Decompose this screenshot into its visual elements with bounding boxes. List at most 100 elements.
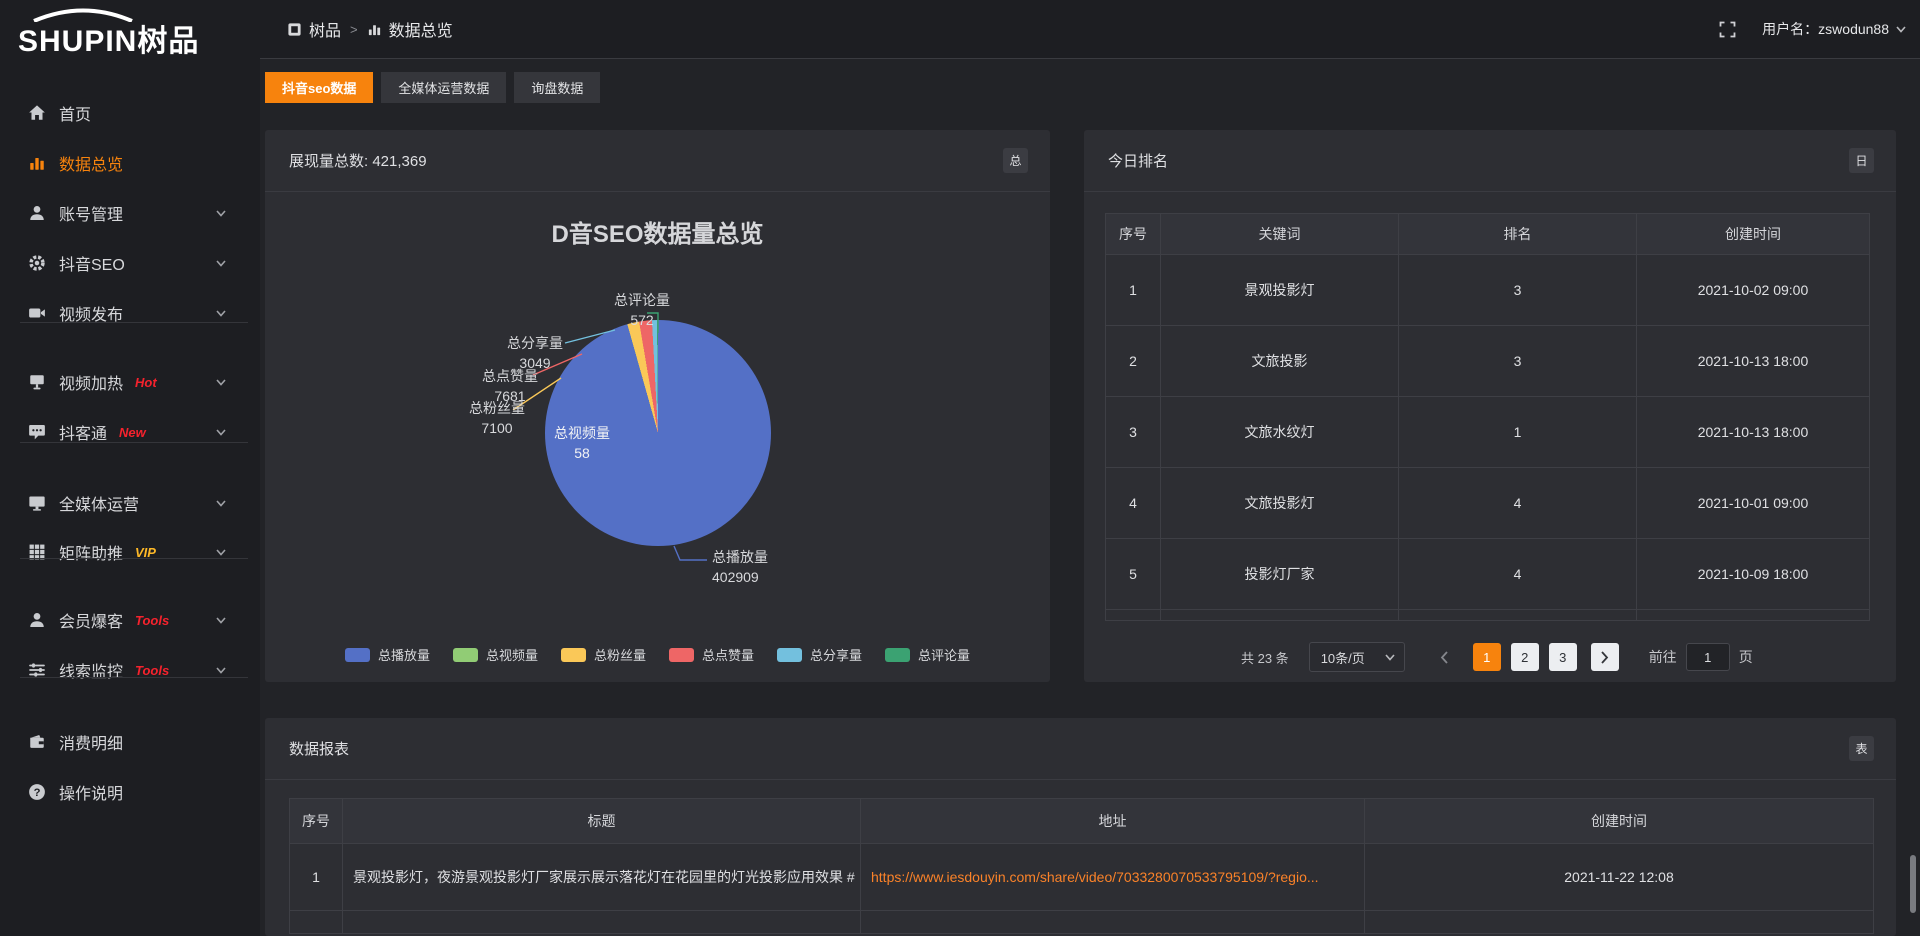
chart-title: D音SEO数据量总览 [265, 214, 1050, 249]
prev-page-button[interactable] [1431, 643, 1459, 671]
legend-label: 总粉丝量 [594, 645, 646, 664]
legend-item[interactable]: 总分享量 [777, 645, 862, 664]
sidebar-item-label: 视频加热 [59, 370, 123, 394]
sidebar-item-tag: New [119, 425, 146, 440]
page-button-1[interactable]: 1 [1473, 643, 1501, 671]
report-cell [861, 911, 1365, 934]
question-icon: ? [28, 783, 46, 801]
report-cell [1365, 911, 1874, 934]
rank-cell: 2021-10-09 18:00 [1637, 539, 1870, 610]
rank-panel-header: 今日排名 日 [1084, 130, 1896, 192]
breadcrumb-label: 树品 [309, 17, 341, 41]
sidebar-divider [20, 558, 248, 559]
pie-callout-value: 58 [517, 443, 647, 463]
sidebar-item-label: 线索监控 [59, 658, 123, 682]
topbar-divider [260, 58, 1920, 59]
pie-callout-name: 总点赞量 [445, 366, 575, 386]
report-panel: 数据报表 表 序号标题地址创建时间 1景观投影灯，夜游景观投影灯厂家展示展示落花… [265, 718, 1896, 936]
legend-swatch [669, 648, 694, 662]
sidebar-item-10[interactable]: 会员爆客 Tools [0, 595, 260, 645]
pie-callout-name: 总视频量 [517, 423, 647, 443]
report-column-header: 地址 [861, 799, 1365, 844]
table-row: 2文旅投影32021-10-13 18:00 [1106, 326, 1870, 397]
rank-cell: 3 [1399, 255, 1637, 326]
user-menu[interactable]: 用户名：zswodun88 [1762, 19, 1906, 39]
overview-panel: 展现量总数: 421,369 总 D音SEO数据量总览 总评论量572总分享量3… [265, 130, 1050, 682]
wallet-icon [28, 733, 46, 751]
legend-label: 总视频量 [486, 645, 538, 664]
pie-callout: 总播放量402909 [712, 547, 862, 587]
breadcrumb-item-1[interactable]: 树品 [287, 17, 341, 41]
legend-swatch [345, 648, 370, 662]
home-icon [28, 104, 46, 122]
page-button-3[interactable]: 3 [1549, 643, 1577, 671]
legend-label: 总分享量 [810, 645, 862, 664]
sidebar-divider [20, 322, 248, 323]
rank-panel-title: 今日排名 [1108, 150, 1168, 171]
next-page-button[interactable] [1591, 643, 1619, 671]
rank-cell: 1 [1399, 397, 1637, 468]
breadcrumb-item-2[interactable]: 数据总览 [367, 17, 453, 41]
sidebar-item-5[interactable]: 视频发布 [0, 288, 260, 338]
legend-label: 总播放量 [378, 645, 430, 664]
tab-2[interactable]: 全媒体运营数据 [381, 72, 506, 103]
page-button-2[interactable]: 2 [1511, 643, 1539, 671]
overview-panel-header: 展现量总数: 421,369 总 [265, 130, 1050, 192]
page-scrollbar-thumb[interactable] [1910, 855, 1916, 913]
sidebar-item-4[interactable]: 抖音SEO [0, 238, 260, 288]
chevron-down-icon [216, 500, 226, 507]
rank-cell: 文旅投影 [1161, 326, 1399, 397]
report-title-cell: 景观投影灯，夜游景观投影灯厂家展示展示落花灯在花园里的灯光投影应用效果 # [343, 844, 861, 911]
legend-label: 总点赞量 [702, 645, 754, 664]
goto-page-input[interactable] [1686, 643, 1730, 671]
sidebar-item-3[interactable]: 账号管理 [0, 188, 260, 238]
sidebar-item-7[interactable]: 抖客通 New [0, 407, 260, 457]
sidebar-item-13[interactable]: ? 操作说明 [0, 767, 260, 817]
sidebar-item-1[interactable]: 首页 [0, 88, 260, 138]
pagination: 共 23 条 10条/页 123 前往 页 [1241, 641, 1753, 673]
rank-cell [1637, 610, 1870, 621]
rank-badge-button[interactable]: 日 [1849, 148, 1874, 173]
legend-item[interactable]: 总点赞量 [669, 645, 754, 664]
sidebar-item-6[interactable]: 视频加热Hot [0, 357, 260, 407]
table-row: 3文旅水纹灯12021-10-13 18:00 [1106, 397, 1870, 468]
fullscreen-icon[interactable] [1719, 21, 1736, 38]
sidebar-item-label: 会员爆客 [59, 608, 123, 632]
legend-item[interactable]: 总视频量 [453, 645, 538, 664]
sidebar-item-label: 抖客通 [59, 420, 107, 444]
sidebar-item-11[interactable]: 线索监控Tools [0, 645, 260, 695]
report-time-cell: 2021-11-22 12:08 [1365, 844, 1874, 911]
topbar: SHUPIN树品 树品>数据总览 用户名：zswodun88 [0, 0, 1920, 58]
app-logo: SHUPIN树品 [18, 12, 248, 52]
pie-callout-name: 总播放量 [712, 547, 862, 567]
sidebar-item-8[interactable]: 全媒体运营 [0, 478, 260, 528]
sidebar-item-label: 抖音SEO [59, 251, 125, 275]
overview-badge-button[interactable]: 总 [1003, 148, 1028, 173]
logo-text-en: SHUPIN [18, 25, 137, 58]
tab-3[interactable]: 询盘数据 [514, 72, 600, 103]
table-row: 1景观投影灯，夜游景观投影灯厂家展示展示落花灯在花园里的灯光投影应用效果 #ht… [290, 844, 1874, 911]
report-badge-button[interactable]: 表 [1849, 736, 1874, 761]
rank-cell: 4 [1399, 468, 1637, 539]
sidebar-item-label: 操作说明 [59, 780, 123, 804]
page-size-select[interactable]: 10条/页 [1309, 642, 1405, 672]
legend-item[interactable]: 总粉丝量 [561, 645, 646, 664]
rank-column-header: 创建时间 [1637, 214, 1870, 255]
sidebar-item-tag: Tools [135, 613, 169, 628]
rank-cell: 2021-10-13 18:00 [1637, 397, 1870, 468]
sidebar-item-2[interactable]: 数据总览 [0, 138, 260, 188]
chevron-down-icon [216, 260, 226, 267]
pie-callout-value: 402909 [712, 567, 862, 587]
sidebar-item-label: 消费明细 [59, 730, 123, 754]
legend-item[interactable]: 总播放量 [345, 645, 430, 664]
rank-cell: 投影灯厂家 [1161, 539, 1399, 610]
sidebar-item-12[interactable]: 消费明细 [0, 717, 260, 767]
chart-icon [367, 22, 382, 37]
tab-1[interactable]: 抖音seo数据 [265, 72, 373, 103]
report-url-link[interactable]: https://www.iesdouyin.com/share/video/70… [871, 869, 1319, 885]
rank-cell: 2021-10-01 09:00 [1637, 468, 1870, 539]
sidebar-item-9[interactable]: 矩阵助推VIP [0, 527, 260, 577]
chevron-down-icon [216, 310, 226, 317]
legend-item[interactable]: 总评论量 [885, 645, 970, 664]
logo-text-cn: 树品 [137, 25, 199, 58]
